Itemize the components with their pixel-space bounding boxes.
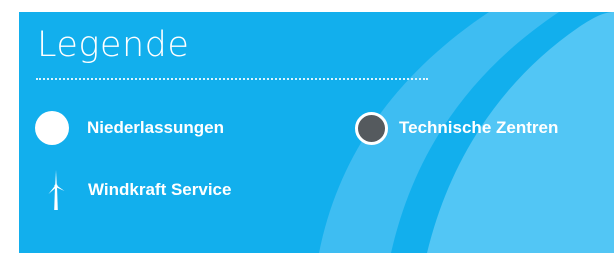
legend-item-niederlassungen: Niederlassungen (35, 111, 224, 145)
legend-item-windkraft-service: Windkraft Service (47, 170, 231, 210)
legend-panel: Legende Niederlassungen Technische Zentr… (19, 12, 614, 253)
legend-item-label: Niederlassungen (87, 118, 224, 137)
grey-circle-icon (355, 111, 388, 145)
white-circle-icon (35, 111, 69, 145)
legend-item-label: Windkraft Service (88, 180, 232, 199)
wind-turbine-icon (48, 170, 65, 210)
title-divider (36, 78, 428, 80)
legend-item-technische-zentren: Technische Zentren (355, 111, 559, 145)
legend-title: Legende (37, 25, 190, 65)
legend-item-label: Technische Zentren (399, 118, 559, 137)
